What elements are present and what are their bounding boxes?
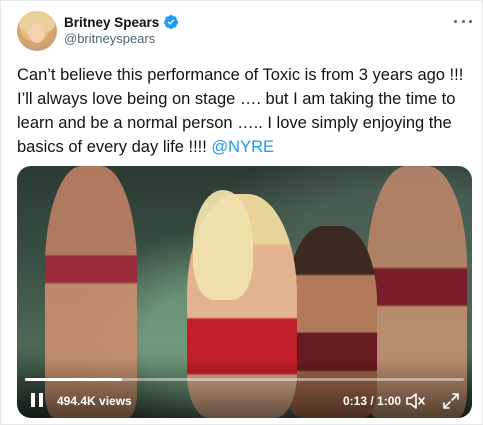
- video-player[interactable]: 494.4K views 0:13 / 1:00: [17, 166, 472, 418]
- video-controls: 494.4K views 0:13 / 1:00: [17, 390, 472, 412]
- tweet-card[interactable]: Britney Spears @britneyspears Can’t beli…: [0, 0, 483, 425]
- more-options-icon[interactable]: [454, 13, 472, 29]
- verified-badge-icon: [164, 15, 179, 29]
- more-dot: [461, 19, 465, 23]
- more-dot: [469, 19, 472, 23]
- video-time: 0:13 / 1:00: [343, 394, 402, 408]
- mute-icon[interactable]: [405, 392, 427, 410]
- mention-link[interactable]: @NYRE: [211, 138, 274, 156]
- pause-icon[interactable]: [31, 393, 43, 407]
- video-progress-bar[interactable]: [25, 378, 464, 381]
- video-frame-performer-hair: [193, 190, 253, 300]
- video-view-count: 494.4K views: [57, 394, 132, 408]
- pause-bar: [39, 393, 43, 407]
- author-name-row: Britney Spears: [64, 13, 179, 31]
- fullscreen-icon[interactable]: [442, 392, 460, 410]
- video-progress-fill: [25, 378, 122, 381]
- tweet-text: Can’t believe this performance of Toxic …: [17, 63, 472, 159]
- avatar[interactable]: [17, 11, 57, 51]
- more-dot: [454, 19, 457, 23]
- avatar-face: [29, 23, 45, 43]
- author-display-name[interactable]: Britney Spears: [64, 15, 159, 30]
- author-handle[interactable]: @britneyspears: [64, 31, 155, 46]
- pause-bar: [31, 393, 35, 407]
